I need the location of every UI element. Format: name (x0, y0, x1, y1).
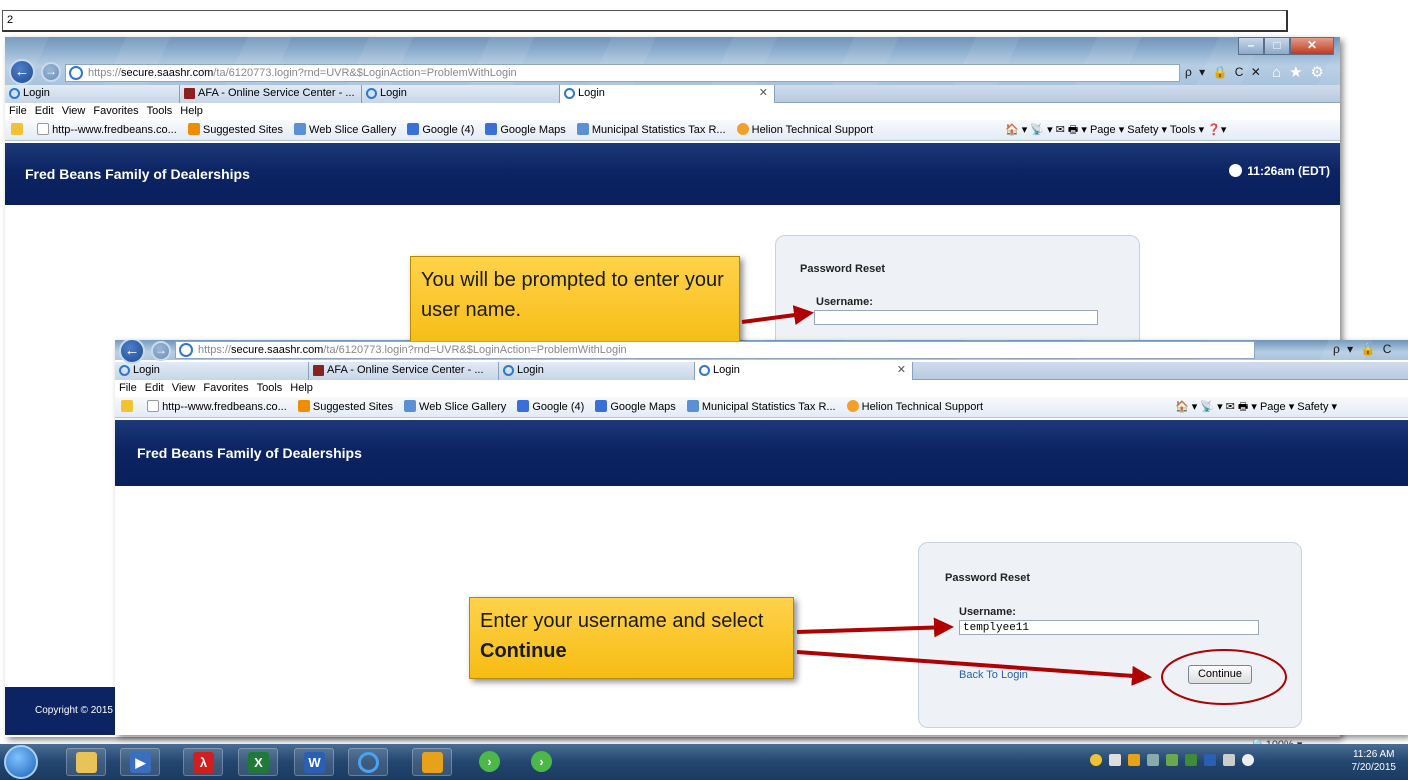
tray-network-icon (1147, 754, 1159, 766)
minimize-button[interactable]: – (1238, 37, 1264, 55)
clock-date: 7/20/2015 (1351, 762, 1397, 773)
address-bar[interactable]: https://secure.saashr.com/ta/6120773.log… (65, 64, 1180, 82)
taskbar-acrobat[interactable]: λ (183, 748, 223, 776)
taskbar-explorer[interactable] (66, 748, 106, 776)
taskbar-app-green-2[interactable]: › (522, 748, 562, 776)
taskbar-app-green-1[interactable]: › (470, 748, 510, 776)
excel-icon: X (248, 752, 269, 773)
tray-smiley-icon (1090, 754, 1102, 766)
screenshot-stage: 2 – □ ✕ ← → https://secure.saashr.com/ta… (0, 0, 1408, 780)
green-arrow-icon: › (479, 751, 500, 772)
folder-icon (76, 752, 97, 773)
tray-app2-icon (1185, 754, 1197, 766)
acrobat-icon: λ (193, 752, 214, 773)
tray-vm-icon (1204, 754, 1216, 766)
address-bar[interactable]: https://secure.saashr.com/ta/6120773.log… (175, 341, 1255, 359)
ie-icon (358, 752, 379, 773)
arrow-to-continue (796, 650, 1152, 686)
taskbar-outlook[interactable] (412, 748, 452, 776)
tray-monitor-icon (1223, 754, 1235, 766)
address-tools[interactable]: ρ ▾ 🔒 C (1333, 342, 1393, 356)
home-favorites-settings-icons[interactable]: ⌂★⚙ (1272, 63, 1332, 81)
url-domain: secure.saashr.com (231, 344, 324, 356)
ie-page-icon (179, 343, 193, 357)
back-button[interactable]: ← (9, 59, 35, 85)
word-icon: W (304, 752, 325, 773)
tray-volume-icon (1242, 754, 1254, 766)
annotation-overlay (741, 305, 1287, 705)
taskbar-word[interactable]: W (294, 748, 334, 776)
tray-app-icon (1166, 754, 1178, 766)
green-arrow-icon: › (531, 751, 552, 772)
address-tools[interactable]: ρ ▾ 🔒 C ✕ (1185, 65, 1263, 79)
taskbar-clock[interactable]: 11:26 AM 7/20/2015 (1352, 748, 1397, 774)
taskbar-excel[interactable]: X (238, 748, 278, 776)
close-button[interactable]: ✕ (1290, 37, 1334, 55)
url-path: /ta/6120773.login?rnd=UVR&$LoginAction=P… (323, 344, 627, 356)
taskbar: ▶ λ X W › › 11:26 AM 7/20/2015 (0, 744, 1408, 780)
outlook-icon (422, 752, 443, 773)
window-controls: – □ ✕ (1238, 37, 1334, 57)
continue-highlight-circle (1161, 649, 1287, 705)
tray-mail-icon (1109, 754, 1121, 766)
tray-outlook-icon (1128, 754, 1140, 766)
url-path: /ta/6120773.login?rnd=UVR&$LoginAction=P… (213, 67, 517, 79)
taskbar-media[interactable]: ▶ (120, 748, 160, 776)
forward-button[interactable]: → (151, 341, 171, 361)
start-button[interactable] (4, 745, 38, 779)
clock-time: 11:26 AM (1352, 749, 1395, 760)
taskbar-ie[interactable] (348, 748, 388, 776)
maximize-button[interactable]: □ (1264, 37, 1290, 55)
arrow-to-username-2 (796, 617, 954, 638)
url-scheme: https:// (88, 67, 122, 79)
arrow-to-username-1 (741, 305, 814, 326)
url-scheme: https:// (198, 344, 232, 356)
ie-page-icon (69, 66, 83, 80)
media-icon: ▶ (130, 752, 151, 773)
url-domain: secure.saashr.com (121, 67, 214, 79)
forward-button[interactable]: → (41, 62, 61, 82)
system-tray-icons[interactable] (1090, 754, 1254, 766)
